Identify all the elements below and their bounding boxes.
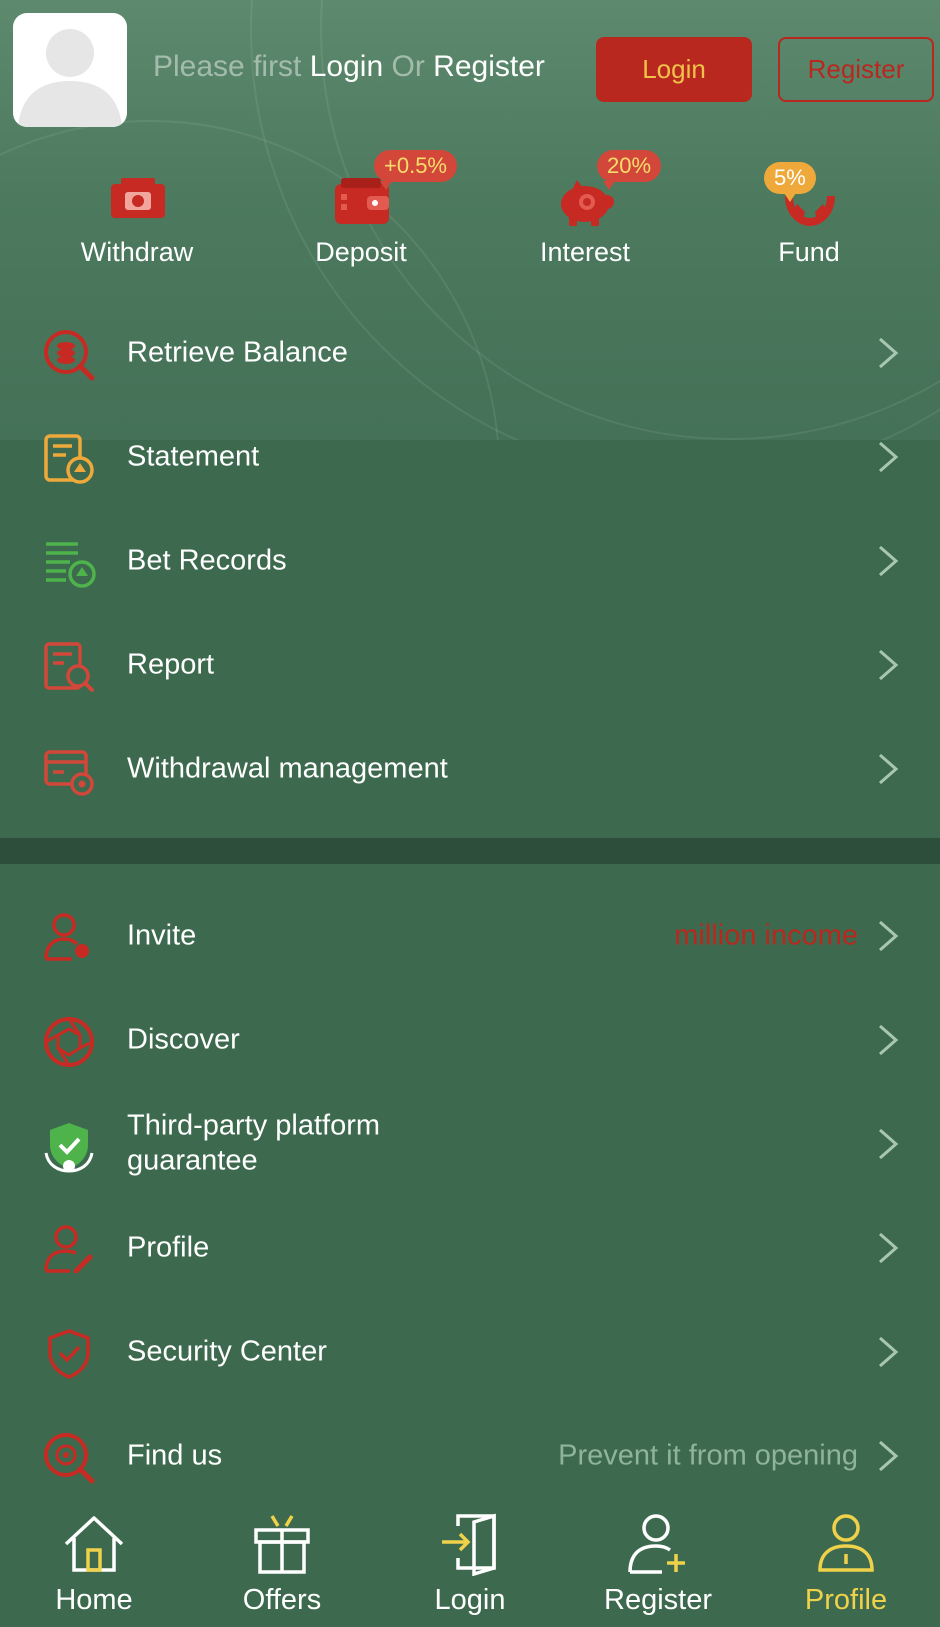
menu-item-find-us[interactable]: Find us Prevent it from opening xyxy=(0,1404,940,1507)
chevron-right-icon xyxy=(879,1336,899,1368)
fund-rate-badge: 5% xyxy=(764,162,816,202)
tab-profile[interactable]: Profile xyxy=(752,1500,940,1627)
statement-icon xyxy=(44,434,94,484)
security-shield-icon xyxy=(48,1329,90,1379)
menu-item-label: Bet Records xyxy=(127,543,287,576)
discover-aperture-icon xyxy=(44,1017,94,1067)
tab-label: Offers xyxy=(242,1584,322,1616)
quick-action-label: Deposit xyxy=(315,237,407,267)
chevron-right-icon xyxy=(879,753,899,785)
menu-item-label: Report xyxy=(127,647,215,680)
menu-item-security-center[interactable]: Security Center xyxy=(0,1300,940,1403)
login-button[interactable]: Login xyxy=(596,37,752,102)
prompt-register-link[interactable]: Register xyxy=(433,50,545,83)
chevron-right-icon xyxy=(879,920,899,952)
invite-user-icon xyxy=(44,913,89,961)
invite-promo-text: million income xyxy=(674,919,858,951)
withdrawal-settings-icon xyxy=(44,750,94,796)
chevron-right-icon xyxy=(879,1128,899,1160)
prompt-prefix: Please first xyxy=(153,50,302,83)
tab-home[interactable]: Home xyxy=(0,1500,188,1627)
avatar[interactable] xyxy=(13,13,127,127)
chevron-right-icon xyxy=(879,441,899,473)
tab-register[interactable]: Register xyxy=(564,1500,752,1627)
chevron-right-icon xyxy=(879,545,899,577)
menu-item-label: Profile xyxy=(127,1230,210,1263)
menu-item-label: Find us xyxy=(127,1438,223,1471)
interest-rate-badge: 20% xyxy=(597,150,662,190)
find-us-hint-text: Prevent it from opening xyxy=(558,1439,858,1471)
tab-login[interactable]: Login xyxy=(376,1500,564,1627)
menu-item-label: Security Center xyxy=(127,1334,327,1367)
quick-action-label: Fund xyxy=(778,237,840,267)
quick-action-deposit[interactable]: +0.5% Deposit xyxy=(261,150,461,275)
profile-edit-icon xyxy=(44,1225,93,1274)
tab-offers[interactable]: Offers xyxy=(188,1500,376,1627)
prompt-login-link[interactable]: Login xyxy=(310,50,383,83)
menu-item-label: Invite xyxy=(127,918,197,951)
menu-item-withdrawal-management[interactable]: Withdrawal management xyxy=(0,717,940,820)
tab-label: Profile xyxy=(804,1584,888,1616)
menu-item-label: Discover xyxy=(127,1022,240,1055)
menu-item-label: Withdrawal management xyxy=(127,751,448,784)
register-user-icon xyxy=(628,1514,685,1574)
login-door-icon xyxy=(442,1513,496,1576)
menu-item-invite[interactable]: Invite million income xyxy=(0,884,940,987)
menu-item-profile[interactable]: Profile xyxy=(0,1196,940,1299)
menu-item-label: Retrieve Balance xyxy=(127,335,348,368)
quick-action-interest[interactable]: 20% Interest xyxy=(485,150,685,275)
chevron-right-icon xyxy=(879,649,899,681)
tab-label: Home xyxy=(55,1584,133,1616)
menu-item-retrieve-balance[interactable]: Retrieve Balance xyxy=(0,301,940,404)
deposit-bonus-badge: +0.5% xyxy=(374,150,457,190)
quick-action-fund[interactable]: 5% Fund xyxy=(709,150,909,275)
section-divider xyxy=(0,838,940,864)
chevron-right-icon xyxy=(879,1232,899,1264)
menu-item-report[interactable]: Report xyxy=(0,613,940,716)
menu-item-discover[interactable]: Discover xyxy=(0,988,940,1091)
account-header: Please first Login Or Register Login Reg… xyxy=(0,0,940,140)
withdraw-icon xyxy=(111,178,165,218)
quick-action-withdraw[interactable]: Withdraw xyxy=(37,150,237,275)
bet-records-icon xyxy=(46,542,96,588)
report-icon xyxy=(44,642,94,692)
bottom-tab-bar: Home Offers Login Register Profile xyxy=(0,1500,940,1627)
profile-icon xyxy=(818,1514,874,1572)
register-button[interactable]: Register xyxy=(778,37,934,102)
retrieve-balance-icon xyxy=(44,330,95,381)
menu-item-label: Statement xyxy=(127,439,260,472)
menu-item-third-party-guarantee[interactable]: Third-party platform guarantee xyxy=(0,1092,940,1195)
prompt-or: Or xyxy=(391,50,425,83)
login-prompt: Please first Login Or Register xyxy=(153,50,545,84)
quick-action-label: Interest xyxy=(539,237,631,267)
quick-actions: Withdraw +0.5% Deposit 20% Interest 5% F… xyxy=(0,150,940,275)
home-icon xyxy=(64,1516,124,1572)
quick-action-label: Withdraw xyxy=(80,237,194,267)
chevron-right-icon xyxy=(879,337,899,369)
shield-check-icon xyxy=(44,1123,94,1173)
gift-icon xyxy=(254,1515,310,1574)
tab-label: Register xyxy=(604,1584,712,1616)
menu-item-label: Third-party platform guarantee xyxy=(127,1109,381,1177)
chevron-right-icon xyxy=(879,1440,899,1472)
default-avatar-icon xyxy=(18,29,122,127)
chevron-right-icon xyxy=(879,1024,899,1056)
tab-label: Login xyxy=(434,1584,506,1616)
find-us-icon xyxy=(44,1433,95,1484)
menu-item-statement[interactable]: Statement xyxy=(0,405,940,508)
menu-item-bet-records[interactable]: Bet Records xyxy=(0,509,940,612)
